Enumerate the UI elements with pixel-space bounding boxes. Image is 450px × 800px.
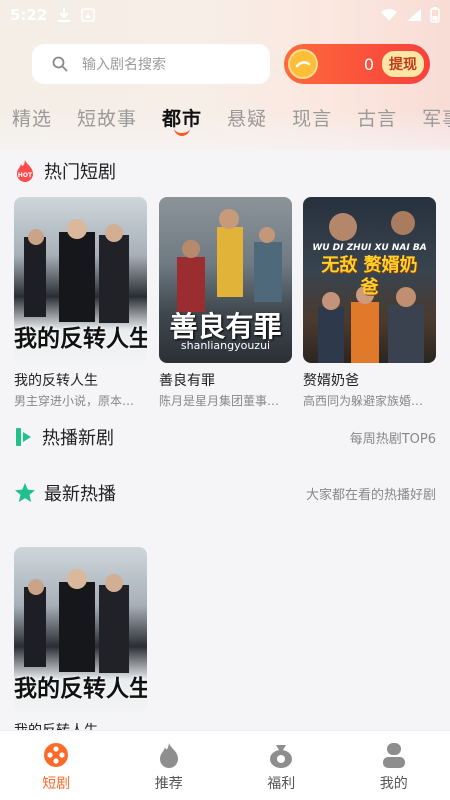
drama-description: 男主穿进小说，原本… (14, 394, 135, 408)
film-reel-icon (44, 743, 69, 767)
svg-text:HOT: HOT (18, 172, 33, 179)
coin-count: 0 (363, 54, 374, 74)
app-notification-icon (81, 8, 96, 22)
tab-ancient-romance[interactable]: 古言 (357, 104, 397, 138)
latest-header: 最新热播 大家都在看的热播好剧 (14, 480, 436, 506)
poster-title-art: 无敌 赘婿奶爸 (321, 255, 418, 298)
hot-dramas-header: HOT 热门短剧 (14, 158, 436, 184)
drama-description: 高西同为躲避家族婚… (303, 394, 424, 408)
download-icon (58, 8, 71, 22)
tab-featured[interactable]: 精选 (12, 104, 52, 138)
search-placeholder: 输入剧名搜索 (82, 57, 166, 73)
play-bar-icon (16, 428, 31, 446)
nav-label: 短剧 (42, 776, 71, 792)
money-bag-icon (270, 745, 293, 768)
status-bar: 5:22 (0, 0, 450, 30)
nav-item-short-drama[interactable]: 短剧 (0, 731, 113, 800)
search-input[interactable]: 输入剧名搜索 (32, 44, 270, 84)
user-icon (382, 743, 405, 768)
fire-hot-icon: HOT (17, 160, 33, 182)
drama-poster[interactable]: 我的反转人生 (14, 547, 147, 713)
active-tab-indicator (174, 128, 191, 136)
star-icon (15, 483, 35, 502)
tab-urban[interactable]: 都市 (162, 104, 202, 138)
nav-label: 我的 (379, 776, 408, 792)
drama-poster[interactable]: WU DI ZHUI XU NAI BA 无敌 赘婿奶爸 (303, 197, 436, 363)
search-row: 输入剧名搜索 0 提现 (32, 44, 430, 84)
category-tabs: 精选 短故事 都市 悬疑 现言 古言 军事 (12, 104, 450, 138)
drama-card[interactable]: WU DI ZHUI XU NAI BA 无敌 赘婿奶爸 赘婿奶爸 高西同为躲避… (303, 197, 436, 409)
section-title: 最新热播 (44, 484, 116, 505)
drama-poster[interactable]: 善良有罪 shanliangyouzui (159, 197, 292, 363)
section-title: 热门短剧 (44, 162, 116, 183)
search-icon (52, 56, 68, 72)
poster-subtitle-art: shanliangyouzui (180, 339, 271, 352)
status-time: 5:22 (10, 6, 48, 24)
nav-item-recommend[interactable]: 推荐 (113, 731, 226, 800)
coin-balance-pill[interactable]: 0 提现 (284, 44, 430, 84)
drama-title: 赘婿奶爸 (303, 373, 359, 389)
drama-card[interactable]: 我的反转人生 我的反转人生 (14, 547, 147, 740)
signal-icon (407, 9, 421, 21)
drama-poster[interactable]: 我的反转人生 (14, 197, 147, 363)
section-title: 热播新剧 (42, 428, 114, 449)
nav-item-welfare[interactable]: 福利 (225, 731, 338, 800)
poster-title-art: 我的反转人生 (14, 326, 147, 352)
battery-icon (430, 7, 440, 23)
poster-subtitle-art: WU DI ZHUI XU NAI BA (312, 243, 427, 253)
bottom-nav: 短剧 推荐 福利 我的 (0, 730, 450, 800)
drama-title: 我的反转人生 (14, 373, 98, 389)
tab-short-story[interactable]: 短故事 (77, 104, 137, 138)
section-subtitle-link[interactable]: 大家都在看的热播好剧 (306, 484, 436, 503)
drama-title: 善良有罪 (159, 373, 215, 389)
nav-label: 推荐 (154, 776, 183, 792)
section-subtitle-link[interactable]: 每周热剧TOP6 (350, 428, 436, 447)
tab-suspense[interactable]: 悬疑 (227, 104, 267, 138)
tab-modern-romance[interactable]: 现言 (292, 104, 332, 138)
tab-military[interactable]: 军事 (422, 104, 450, 138)
nav-label: 福利 (267, 776, 296, 792)
drama-card[interactable]: 我的反转人生 我的反转人生 男主穿进小说，原本… (14, 197, 147, 409)
withdraw-button[interactable]: 提现 (382, 51, 424, 77)
new-broadcast-header: 热播新剧 每周热剧TOP6 (14, 424, 436, 450)
poster-title-art: 我的反转人生 (14, 676, 147, 702)
coin-icon (288, 49, 318, 79)
nav-item-mine[interactable]: 我的 (338, 731, 450, 800)
drama-description: 陈月是星月集团董事… (159, 394, 280, 408)
drama-card[interactable]: 善良有罪 shanliangyouzui 善良有罪 陈月是星月集团董事… (159, 197, 292, 409)
wifi-icon (381, 8, 397, 21)
flame-icon (159, 743, 178, 768)
